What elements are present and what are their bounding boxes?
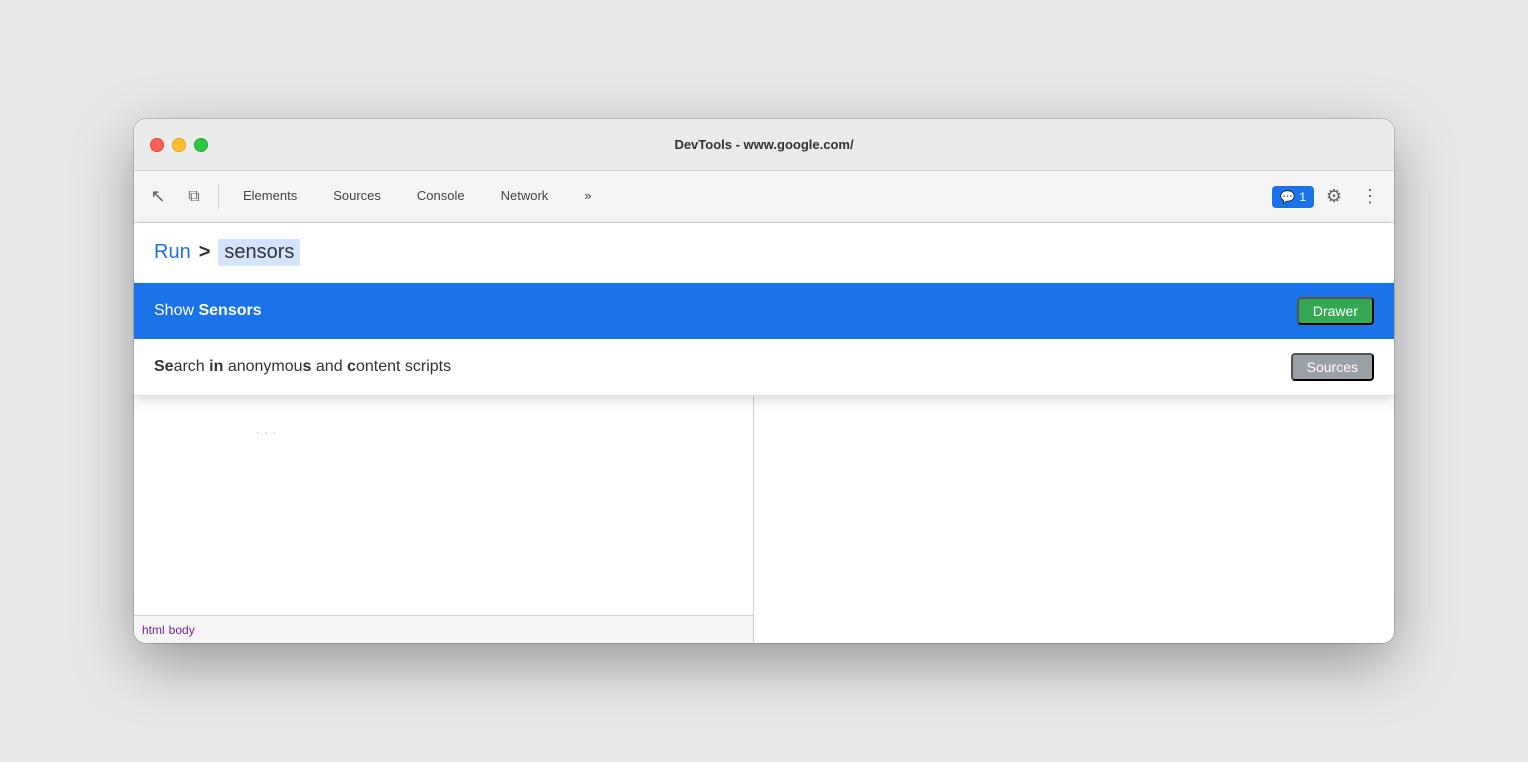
notification-count: 1 xyxy=(1299,190,1306,204)
toolbar-divider-1 xyxy=(218,185,219,209)
command-palette: Run > sensors Show Sensors Drawer Search… xyxy=(134,223,1394,396)
tab-more[interactable]: » xyxy=(568,171,607,223)
traffic-lights xyxy=(150,138,208,152)
cursor-icon-button[interactable]: ↖ xyxy=(142,181,174,213)
toolbar: ↖ ⧉ Elements Sources Console Network » xyxy=(134,171,1394,223)
tab-console[interactable]: Console xyxy=(401,171,481,223)
result-highlight-sensors: Sensors xyxy=(198,302,261,319)
title-bar: DevTools - www.google.com/ xyxy=(134,119,1394,171)
settings-button[interactable]: ⚙ xyxy=(1318,181,1350,213)
devtools-panel: ↖ ⧉ Elements Sources Console Network » xyxy=(134,171,1394,643)
command-input-row: Run > sensors xyxy=(134,223,1394,283)
main-content: Run > sensors Show Sensors Drawer Search… xyxy=(134,223,1394,643)
tab-elements[interactable]: Elements xyxy=(227,171,313,223)
tab-network[interactable]: Network xyxy=(485,171,565,223)
command-result-search-scripts[interactable]: Search in anonymous and content scripts … xyxy=(134,339,1394,395)
more-dots-icon: ⋮ xyxy=(1361,186,1379,207)
cursor-icon: ↖ xyxy=(150,186,165,207)
command-result-show-sensors[interactable]: Show Sensors Drawer xyxy=(134,283,1394,339)
minimize-button[interactable] xyxy=(172,138,186,152)
notification-button[interactable]: 💬 1 xyxy=(1272,186,1314,208)
close-button[interactable] xyxy=(150,138,164,152)
tab-sources[interactable]: Sources xyxy=(317,171,397,223)
command-input-text[interactable]: sensors xyxy=(218,239,300,266)
maximize-button[interactable] xyxy=(194,138,208,152)
breadcrumb-html[interactable]: html xyxy=(142,623,165,637)
result-badge-drawer[interactable]: Drawer xyxy=(1297,297,1374,325)
devtools-window: DevTools - www.google.com/ ↖ ⧉ Elements … xyxy=(134,119,1394,643)
run-label: Run xyxy=(154,241,191,264)
result-badge-sources[interactable]: Sources xyxy=(1291,353,1374,381)
result-text-show-sensors: Show Sensors xyxy=(154,302,262,320)
resize-handle-dots: · · · xyxy=(256,428,277,439)
window-title: DevTools - www.google.com/ xyxy=(674,137,853,152)
result-text-search-scripts: Search in anonymous and content scripts xyxy=(154,358,451,376)
command-arrow: > xyxy=(199,241,211,264)
toolbar-right: 💬 1 ⚙ ⋮ xyxy=(1272,181,1386,213)
gear-icon: ⚙ xyxy=(1326,186,1342,207)
breadcrumb-bar: html body xyxy=(134,615,753,643)
breadcrumb-body[interactable]: body xyxy=(169,623,195,637)
more-button[interactable]: ⋮ xyxy=(1354,181,1386,213)
device-icon-button[interactable]: ⧉ xyxy=(178,181,210,213)
device-icon: ⧉ xyxy=(188,188,199,206)
chat-icon: 💬 xyxy=(1280,190,1295,204)
